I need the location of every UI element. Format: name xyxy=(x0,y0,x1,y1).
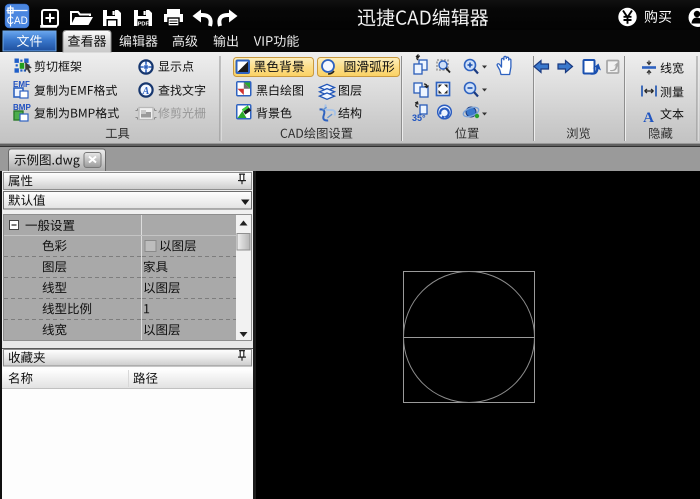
svg-text:35°: 35° xyxy=(412,113,426,123)
svg-text:PDF: PDF xyxy=(138,21,150,27)
svg-text:A: A xyxy=(643,110,654,126)
svg-text:CAD: CAD xyxy=(7,15,28,27)
svg-text:A: A xyxy=(142,86,150,97)
